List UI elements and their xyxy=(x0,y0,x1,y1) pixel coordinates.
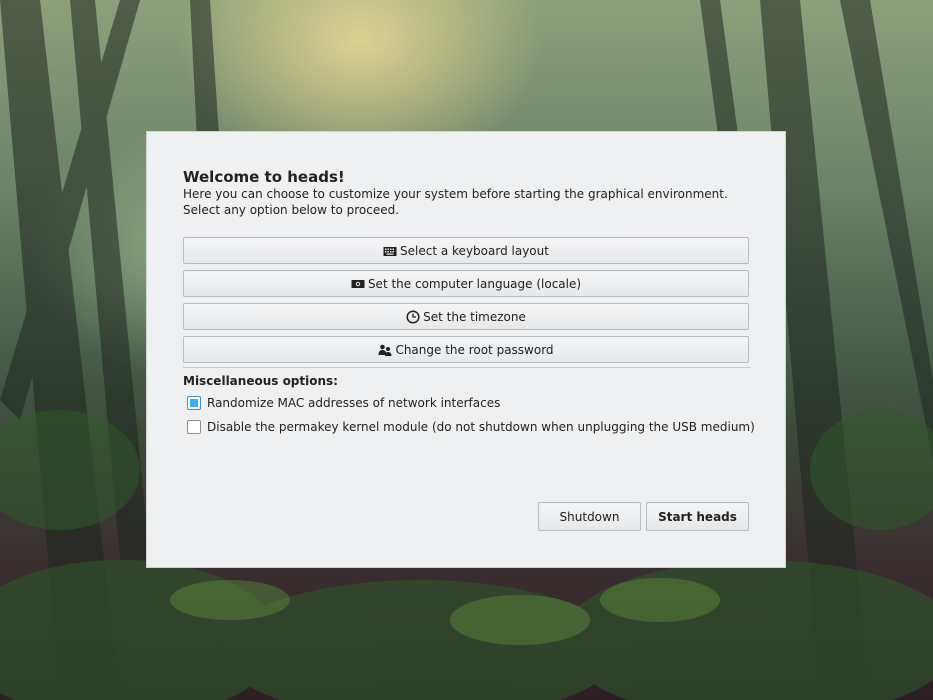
flag-icon xyxy=(351,279,365,288)
disable-permakey-label: Disable the permakey kernel module (do n… xyxy=(207,420,755,434)
dialog-title: Welcome to heads! xyxy=(183,168,345,186)
misc-options-heading: Miscellaneous options: xyxy=(183,374,338,388)
language-locale-label: Set the computer language (locale) xyxy=(367,276,582,291)
shutdown-button[interactable]: Shutdown xyxy=(538,502,641,531)
root-password-label: Change the root password xyxy=(395,342,554,357)
welcome-dialog: Welcome to heads! Here you can choose to… xyxy=(146,131,786,568)
start-heads-button[interactable]: Start heads xyxy=(646,502,749,531)
users-icon xyxy=(378,344,392,356)
timezone-button[interactable]: Set the timezone xyxy=(183,303,749,330)
disable-permakey-option[interactable]: Disable the permakey kernel module (do n… xyxy=(187,420,755,434)
language-locale-button[interactable]: Set the computer language (locale) xyxy=(183,270,749,297)
randomize-mac-label: Randomize MAC addresses of network inter… xyxy=(207,396,501,410)
clock-icon xyxy=(406,309,420,324)
description-line-1: Here you can choose to customize your sy… xyxy=(183,187,728,201)
divider xyxy=(183,367,751,368)
keyboard-icon xyxy=(383,246,397,256)
randomize-mac-checkbox[interactable] xyxy=(187,396,201,410)
timezone-label: Set the timezone xyxy=(423,309,526,324)
disable-permakey-checkbox[interactable] xyxy=(187,420,201,434)
root-password-button[interactable]: Change the root password xyxy=(183,336,749,363)
dialog-description: Here you can choose to customize your sy… xyxy=(183,186,753,218)
keyboard-layout-label: Select a keyboard layout xyxy=(400,243,549,258)
description-line-2: Select any option below to proceed. xyxy=(183,203,400,217)
randomize-mac-option[interactable]: Randomize MAC addresses of network inter… xyxy=(187,396,500,410)
keyboard-layout-button[interactable]: Select a keyboard layout xyxy=(183,237,749,264)
